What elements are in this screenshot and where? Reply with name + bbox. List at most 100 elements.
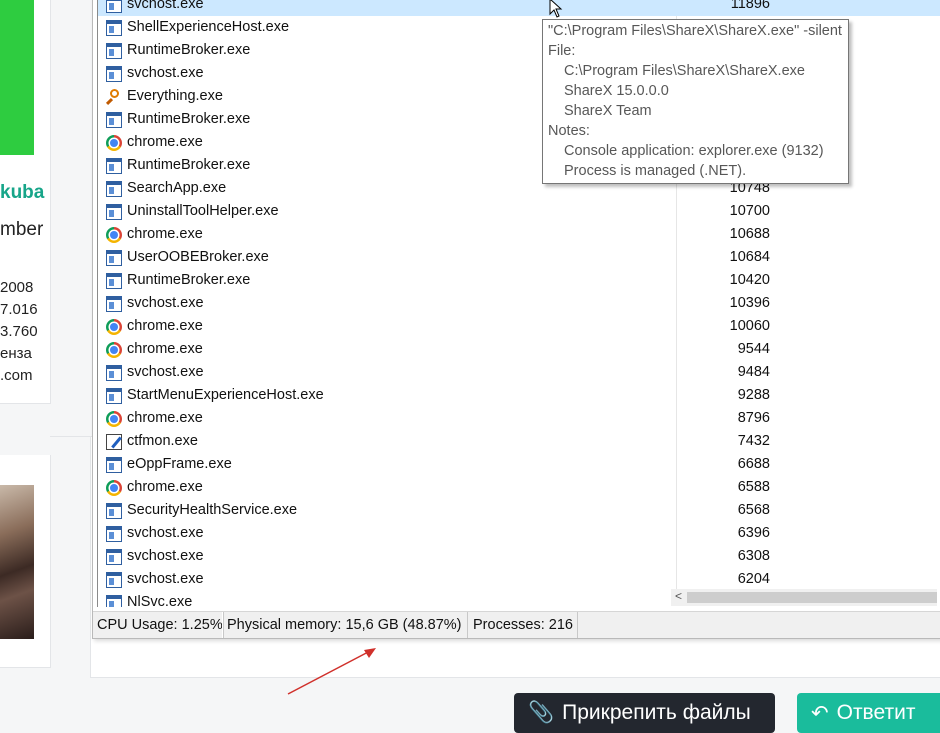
process-row[interactable]: UserOOBEBroker.exe 10684: [98, 246, 940, 269]
process-name: chrome.exe: [127, 134, 203, 150]
application-icon: [106, 388, 122, 404]
process-row[interactable]: ctfmon.exe 7432: [98, 430, 940, 453]
process-row[interactable]: RuntimeBroker.exe 10420: [98, 269, 940, 292]
application-icon: [106, 549, 122, 565]
process-name: chrome.exe: [127, 479, 203, 495]
process-pid: 9288: [737, 387, 770, 403]
user-stat: енза: [0, 345, 32, 362]
process-pid: 11896: [730, 0, 770, 12]
process-row[interactable]: svchost.exe 6396: [98, 522, 940, 545]
process-pid: 7432: [737, 433, 770, 449]
annotation-arrow: [287, 648, 376, 695]
process-pid: 6308: [737, 548, 770, 564]
process-row[interactable]: SecurityHealthService.exe 6568: [98, 499, 940, 522]
process-name: svchost.exe: [127, 0, 204, 12]
chrome-icon: [106, 319, 122, 335]
application-icon: [106, 0, 122, 13]
application-icon: [106, 595, 122, 607]
process-name: svchost.exe: [127, 548, 204, 564]
process-name: chrome.exe: [127, 226, 203, 242]
process-name: svchost.exe: [127, 364, 204, 380]
paperclip-icon: 📎: [528, 701, 555, 724]
process-row[interactable]: chrome.exe 10688: [98, 223, 940, 246]
process-row[interactable]: StartMenuExperienceHost.exe 9288: [98, 384, 940, 407]
tooltip-note: Process is managed (.NET).: [564, 163, 747, 179]
process-row[interactable]: svchost.exe 11896: [98, 0, 940, 16]
process-name: RuntimeBroker.exe: [127, 42, 251, 58]
application-icon: [106, 296, 122, 312]
process-row[interactable]: chrome.exe 6588: [98, 476, 940, 499]
process-name: NlSvc.exe: [127, 594, 193, 607]
process-name: SecurityHealthService.exe: [127, 502, 298, 518]
process-name: ShellExperienceHost.exe: [127, 19, 290, 35]
mouse-cursor-icon: [549, 0, 563, 18]
scroll-left-icon[interactable]: <: [675, 589, 682, 603]
reply-button[interactable]: ↶ Ответит: [797, 693, 940, 733]
process-pid: 10396: [729, 295, 770, 311]
application-icon: [106, 250, 122, 266]
process-name: RuntimeBroker.exe: [127, 111, 251, 127]
application-icon: [106, 503, 122, 519]
user-stat: 2008: [0, 279, 34, 296]
tooltip-notes-label: Notes:: [548, 123, 590, 139]
tooltip-file-label: File:: [548, 43, 576, 59]
process-pid: 8796: [737, 410, 770, 426]
chrome-icon: [106, 227, 122, 243]
process-row[interactable]: svchost.exe 9484: [98, 361, 940, 384]
process-pid: 10688: [729, 226, 770, 242]
process-name: SearchApp.exe: [127, 180, 227, 196]
process-pid: 6688: [737, 456, 770, 472]
process-row[interactable]: chrome.exe 8796: [98, 407, 940, 430]
process-name: svchost.exe: [127, 525, 204, 541]
process-name: ctfmon.exe: [127, 433, 198, 449]
application-icon: [106, 526, 122, 542]
application-icon: [106, 112, 122, 128]
process-pid: 10684: [729, 249, 770, 265]
user-role: mber: [0, 219, 44, 240]
application-icon: [106, 181, 122, 197]
horizontal-scrollbar[interactable]: <: [671, 589, 937, 606]
divider: [50, 436, 90, 437]
user-name[interactable]: kuba: [0, 182, 44, 204]
process-pid: 9484: [737, 364, 770, 380]
process-row[interactable]: svchost.exe 10396: [98, 292, 940, 315]
process-pid: 10420: [729, 272, 770, 288]
process-name: svchost.exe: [127, 295, 204, 311]
process-count: Processes: 216: [469, 612, 578, 638]
application-icon: [106, 365, 122, 381]
chrome-icon: [106, 342, 122, 358]
cpu-usage: CPU Usage: 1.25%: [93, 612, 224, 638]
process-name: UninstallToolHelper.exe: [127, 203, 279, 219]
reply-icon: ↶: [811, 701, 829, 725]
attach-files-button[interactable]: 📎 Прикрепить файлы: [514, 693, 775, 733]
chrome-icon: [106, 480, 122, 496]
chrome-icon: [106, 135, 122, 151]
process-name: eOppFrame.exe: [127, 456, 232, 472]
process-pid: 6568: [737, 502, 770, 518]
tooltip-file-path: C:\Program Files\ShareX\ShareX.exe: [564, 63, 805, 79]
physical-memory: Physical memory: 15,6 GB (48.87%): [222, 612, 468, 638]
scroll-thumb[interactable]: [687, 592, 937, 603]
process-name: svchost.exe: [127, 65, 204, 81]
tooltip-version: ShareX 15.0.0.0: [564, 83, 669, 99]
avatar[interactable]: [0, 485, 34, 639]
application-icon: [106, 457, 122, 473]
process-name: chrome.exe: [127, 341, 203, 357]
application-icon: [106, 204, 122, 220]
process-name: svchost.exe: [127, 571, 204, 587]
application-icon: [106, 572, 122, 588]
tooltip-command: "C:\Program Files\ShareX\ShareX.exe" -si…: [548, 23, 842, 39]
process-row[interactable]: chrome.exe 10060: [98, 315, 940, 338]
process-pid: 9544: [737, 341, 770, 357]
process-name: StartMenuExperienceHost.exe: [127, 387, 324, 403]
process-row[interactable]: svchost.exe 6308: [98, 545, 940, 568]
process-row[interactable]: chrome.exe 9544: [98, 338, 940, 361]
process-row[interactable]: UninstallToolHelper.exe 10700: [98, 200, 940, 223]
user-banner: [0, 0, 34, 155]
process-row[interactable]: eOppFrame.exe 6688: [98, 453, 940, 476]
process-row[interactable]: svchost.exe 6204: [98, 568, 940, 591]
process-name: RuntimeBroker.exe: [127, 157, 251, 173]
application-icon: [106, 66, 122, 82]
user-stat: .com: [0, 367, 33, 384]
process-pid: 10060: [729, 318, 770, 334]
